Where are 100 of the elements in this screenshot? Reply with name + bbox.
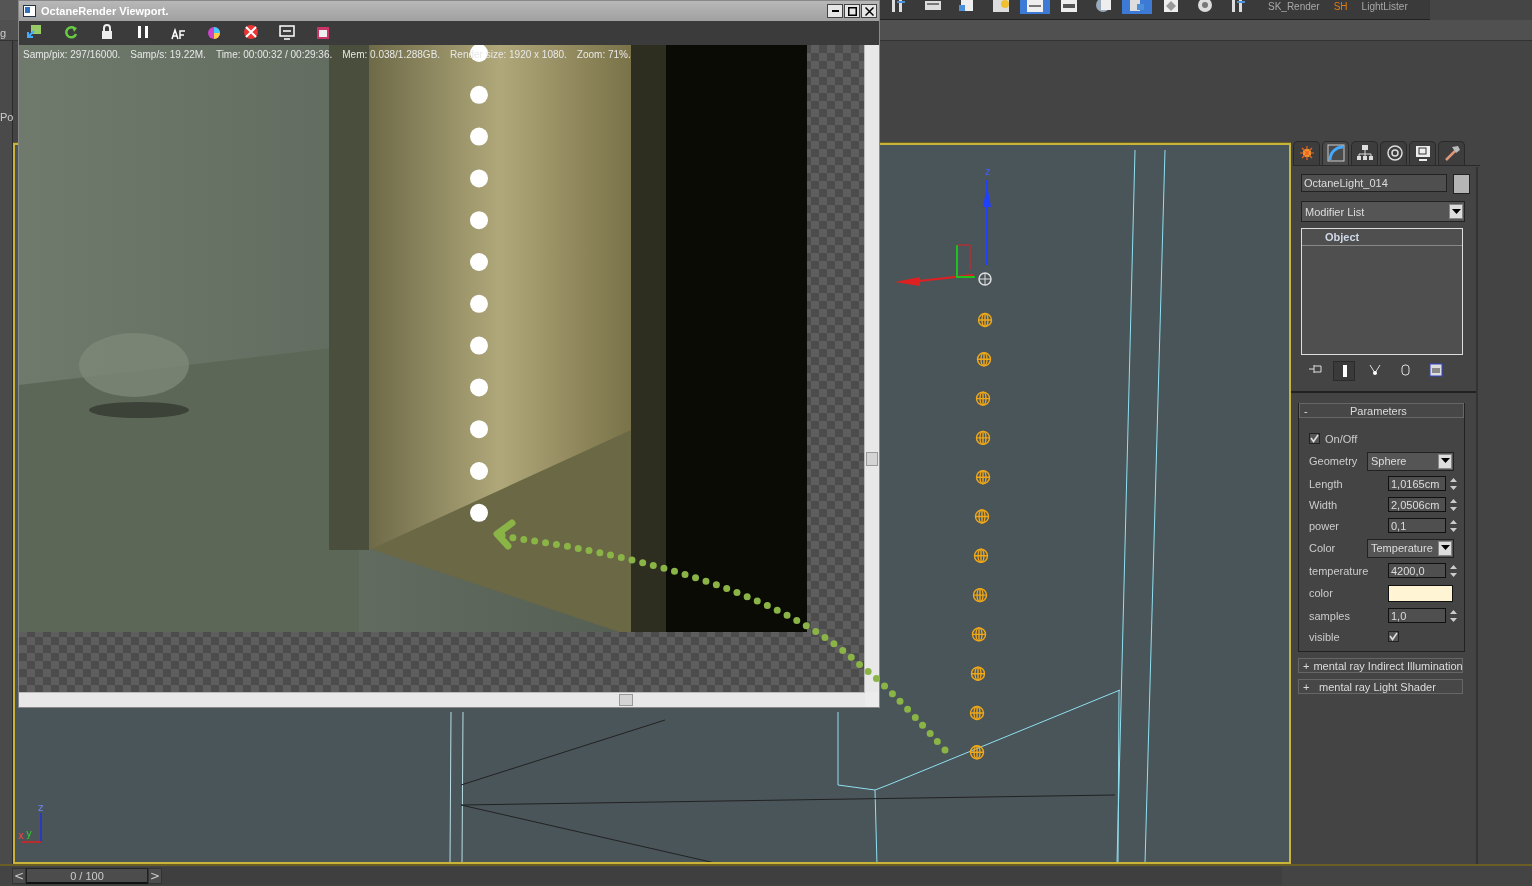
rollout-header[interactable]: + mental ray Indirect Illumination	[1298, 658, 1463, 673]
panel-tab[interactable]	[1409, 141, 1436, 165]
cube-icon	[1161, 0, 1181, 14]
rollout-header[interactable]: + mental ray Light Shader	[1298, 679, 1463, 694]
light-icon[interactable]	[974, 509, 990, 524]
light-icon[interactable]	[977, 312, 993, 328]
monitor-icon	[277, 23, 296, 41]
export-icon	[25, 23, 44, 41]
number-field[interactable]: 1,0	[1388, 608, 1446, 623]
checkbox[interactable]	[1388, 631, 1399, 642]
label-text: Po	[0, 111, 12, 123]
stack-tool-button[interactable]	[1333, 361, 1355, 381]
close-button[interactable]	[861, 4, 877, 18]
light-icon[interactable]	[973, 548, 989, 563]
tray-icon	[1059, 0, 1079, 14]
dropdown[interactable]: Sphere	[1367, 451, 1454, 471]
scrollbar-thumb[interactable]	[866, 452, 878, 466]
dropdown-arrow-icon	[1451, 208, 1461, 215]
stat-text: Samp/s: 19.22M.	[130, 49, 206, 60]
light-icon[interactable]	[975, 470, 991, 485]
light-icon[interactable]	[969, 705, 985, 721]
axis-label: y	[26, 828, 32, 839]
spinner-arrows-icon[interactable]	[1449, 607, 1458, 624]
label-text: g	[0, 27, 8, 39]
checkbox-label: On/Off	[1325, 432, 1358, 445]
dropdown-arrow-icon	[1440, 458, 1450, 464]
axis-label: x	[18, 830, 24, 841]
close-icon	[864, 6, 874, 16]
maximize-icon	[847, 6, 857, 16]
field-label: samples	[1309, 609, 1351, 622]
maximize-button[interactable]	[844, 4, 860, 18]
number-field[interactable]: 1,0165cm	[1388, 476, 1446, 491]
number-field[interactable]: 0,1	[1388, 518, 1446, 533]
checkmark-icon	[1310, 434, 1319, 443]
light-icon[interactable]	[969, 745, 985, 760]
name-field[interactable]: OctaneLight_014	[1301, 174, 1447, 192]
rollout-header[interactable]: - Parameters	[1299, 403, 1464, 418]
stat-text: Time: 00:00:32 / 00:29:36.	[215, 49, 333, 60]
previous-frame-button[interactable]: <	[12, 868, 26, 884]
stack-item[interactable]: Object	[1302, 229, 1462, 246]
field-label: Geometry	[1309, 455, 1359, 467]
spinner-arrows-icon[interactable]	[1449, 496, 1458, 513]
scrollbar-thumb[interactable]	[619, 694, 633, 706]
cancel-icon	[241, 23, 260, 41]
mouse-icon	[1398, 362, 1413, 378]
document-icon	[1127, 0, 1147, 14]
minimize-button[interactable]	[827, 4, 843, 18]
panel-tab[interactable]	[1438, 141, 1465, 165]
sun-icon	[1297, 144, 1316, 162]
checkmark-icon	[1389, 632, 1398, 641]
toolbar-label[interactable]: SK_Render	[1268, 1, 1320, 13]
stat-text: Mem: 0.038/1.288GB.	[342, 49, 441, 60]
color-swatch[interactable]	[1388, 584, 1453, 602]
light-icon[interactable]	[976, 352, 992, 367]
toolbar-label[interactable]: SH	[1333, 1, 1348, 13]
vertical-scrollbar[interactable]	[864, 45, 879, 692]
spinner-arrows-icon[interactable]	[1449, 517, 1458, 534]
stat-text: Samp/pix: 297/16000.	[23, 49, 121, 60]
modifier-stack[interactable]: Object	[1301, 228, 1463, 355]
panel-icon	[1025, 0, 1045, 14]
spinner-arrows-icon[interactable]	[1449, 562, 1458, 579]
field-label: power	[1309, 519, 1340, 532]
panel-tab[interactable]	[1293, 141, 1320, 165]
light-icon[interactable]	[971, 627, 987, 642]
light-icon[interactable]	[972, 587, 988, 603]
field-label: Width	[1309, 498, 1339, 511]
time-slider-thumb[interactable]: 0 / 100	[26, 868, 148, 884]
stat-text: Zoom: 71%.	[576, 49, 631, 60]
toolbar-label[interactable]: LightLister	[1361, 1, 1408, 13]
number-field[interactable]: 4200,0	[1388, 563, 1446, 578]
field-label: Length	[1309, 477, 1344, 490]
modifier-dropdown[interactable]: Modifier List	[1301, 201, 1465, 222]
checkbox[interactable]	[1309, 433, 1320, 444]
light-icon[interactable]	[975, 391, 991, 406]
number-field[interactable]: 2,0506cm	[1388, 497, 1446, 512]
lightbulb-icon	[991, 0, 1011, 14]
light-icon[interactable]	[970, 666, 986, 681]
panel-tab[interactable]	[1380, 141, 1407, 165]
curve-icon	[1326, 144, 1345, 162]
axis-label: z	[38, 802, 44, 813]
window-title: OctaneRender Viewport.	[41, 5, 170, 17]
app-icon	[23, 5, 36, 17]
minimize-icon	[831, 10, 839, 12]
field-label: color	[1309, 587, 1334, 599]
axis-label: z	[985, 166, 991, 177]
panel-tab[interactable]	[1322, 141, 1349, 165]
dropdown-arrow-icon	[1440, 545, 1450, 551]
target-icon	[1384, 144, 1403, 162]
spinner-arrows-icon[interactable]	[1449, 475, 1458, 492]
axis-tripod-drawing	[20, 812, 42, 843]
monitor-icon	[1413, 144, 1432, 162]
light-icon[interactable]	[975, 430, 991, 446]
panel-tab[interactable]	[1351, 141, 1378, 165]
field-label: visible	[1309, 630, 1341, 643]
time-slider-track[interactable]: < 0 / 100 >	[12, 867, 1282, 885]
next-frame-button[interactable]: >	[148, 868, 162, 884]
horizontal-scrollbar[interactable]	[19, 692, 865, 707]
dropdown[interactable]: Temperature	[1367, 538, 1454, 558]
color-swatch[interactable]	[1453, 174, 1470, 194]
toolbar-button[interactable]	[277, 23, 296, 43]
